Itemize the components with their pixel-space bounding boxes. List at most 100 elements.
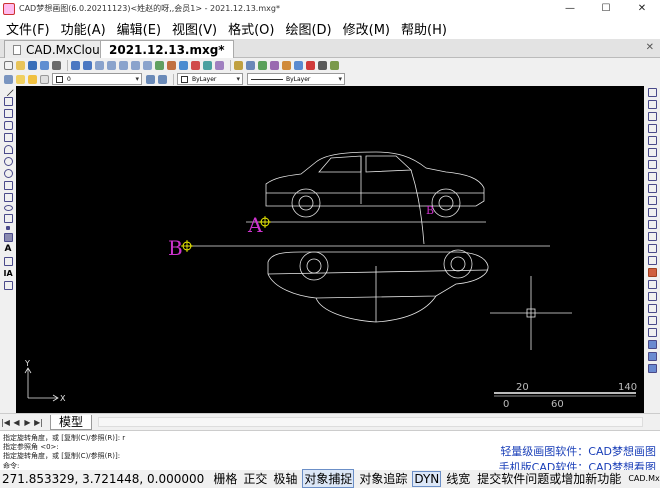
area-icon[interactable] — [647, 328, 657, 337]
donut-icon[interactable] — [3, 169, 13, 178]
linetype-select[interactable]: ByLayer ▾ — [247, 73, 345, 85]
drawing-canvas[interactable]: A B B Y X 20 140 0 60 — [16, 86, 644, 413]
revision-cloud-icon[interactable] — [3, 181, 13, 190]
export-icon[interactable] — [318, 60, 327, 70]
maximize-button[interactable]: ☐ — [588, 0, 624, 17]
save-icon[interactable] — [28, 60, 37, 70]
offset-icon[interactable] — [647, 172, 657, 181]
sun-icon[interactable] — [28, 74, 37, 84]
toggle-grid[interactable]: 栅格 — [212, 470, 238, 487]
layer-previous-icon[interactable] — [158, 74, 167, 84]
calculator-icon[interactable] — [282, 60, 291, 70]
mtext-icon[interactable]: IA — [4, 269, 13, 278]
layer-iso-icon[interactable] — [647, 340, 657, 349]
fillet-icon[interactable] — [647, 244, 657, 253]
toggle-otrack[interactable]: 对象追踪 — [358, 470, 408, 487]
chamfer-icon[interactable] — [647, 232, 657, 241]
edit-polyline-icon[interactable] — [647, 292, 657, 301]
lock-icon[interactable] — [40, 74, 49, 84]
settings-icon[interactable] — [330, 60, 339, 70]
properties-icon[interactable] — [270, 60, 279, 70]
insert-icon[interactable] — [294, 60, 303, 70]
toggle-osnap[interactable]: 对象捕捉 — [302, 469, 355, 488]
edit-text-icon[interactable] — [647, 304, 657, 313]
close-tab-icon[interactable]: ✕ — [646, 42, 654, 53]
polygon-icon[interactable] — [3, 121, 13, 130]
menu-function[interactable]: 功能(A) — [61, 19, 106, 38]
arc-icon[interactable] — [3, 145, 13, 154]
zoom-extents-icon[interactable] — [131, 60, 140, 70]
circle-icon[interactable] — [3, 157, 13, 166]
new-file-icon[interactable] — [4, 60, 13, 70]
regen-icon[interactable] — [167, 60, 176, 70]
array-icon[interactable] — [647, 184, 657, 193]
open-file-icon[interactable] — [16, 60, 25, 70]
toggle-polar[interactable]: 极轴 — [272, 470, 298, 487]
print-icon[interactable] — [52, 60, 61, 70]
ellipse-arc-icon[interactable] — [3, 214, 13, 223]
tab-drawing[interactable]: 2021.12.13.mxg* — [100, 40, 234, 58]
erase-icon[interactable] — [647, 88, 657, 97]
hatch-icon[interactable] — [3, 233, 13, 242]
undo-icon[interactable] — [71, 60, 80, 70]
dimension-icon[interactable] — [258, 60, 267, 70]
block-icon[interactable] — [215, 60, 224, 70]
prev-tab-icon[interactable]: ◀ — [11, 418, 22, 427]
stretch-icon[interactable] — [647, 160, 657, 169]
explode-icon[interactable] — [647, 256, 657, 265]
match-prop-icon[interactable] — [203, 60, 212, 70]
extend-icon[interactable] — [647, 208, 657, 217]
block-insert-icon[interactable] — [3, 281, 13, 290]
zoom-window-icon[interactable] — [95, 60, 104, 70]
pan-icon[interactable] — [155, 60, 164, 70]
last-tab-icon[interactable]: ▶| — [33, 418, 44, 427]
zoom-all-icon[interactable] — [143, 60, 152, 70]
toggle-dyn[interactable]: DYN — [412, 470, 442, 487]
layer-icon[interactable] — [179, 60, 188, 70]
menu-edit[interactable]: 编辑(E) — [117, 19, 161, 38]
minimize-button[interactable]: — — [552, 0, 588, 17]
layer-off-icon[interactable] — [647, 352, 657, 361]
menu-modify[interactable]: 修改(M) — [343, 19, 390, 38]
table-icon[interactable] — [3, 257, 13, 266]
distance-icon[interactable] — [647, 316, 657, 325]
polyline-icon[interactable] — [3, 97, 13, 106]
rotate-icon[interactable] — [647, 136, 657, 145]
move-icon[interactable] — [647, 124, 657, 133]
next-tab-icon[interactable]: ▶ — [22, 418, 33, 427]
save-as-icon[interactable] — [40, 60, 49, 70]
image-icon[interactable] — [234, 60, 243, 70]
layer-freeze-icon[interactable] — [647, 364, 657, 373]
menu-draw[interactable]: 绘图(D) — [285, 19, 331, 38]
menu-format[interactable]: 格式(O) — [228, 19, 274, 38]
color-select[interactable]: ByLayer ▾ — [177, 73, 243, 85]
ellipse-icon[interactable] — [3, 205, 13, 211]
redo-icon[interactable] — [83, 60, 92, 70]
zoom-out-icon[interactable] — [119, 60, 128, 70]
rectangle-icon[interactable] — [3, 133, 13, 142]
mirror-icon[interactable] — [647, 112, 657, 121]
copy-icon[interactable] — [647, 100, 657, 109]
make-current-icon[interactable] — [146, 74, 155, 84]
line-icon[interactable] — [2, 85, 14, 97]
promo-link-lightweight[interactable]: 轻量级画图软件：CAD梦想画图 — [500, 443, 656, 459]
first-tab-icon[interactable]: |◀ — [0, 418, 11, 427]
menu-help[interactable]: 帮助(H) — [401, 19, 447, 38]
scale-icon[interactable] — [647, 148, 657, 157]
tab-model[interactable]: 模型 — [50, 414, 93, 430]
menu-view[interactable]: 视图(V) — [172, 19, 217, 38]
lengthen-icon[interactable] — [647, 280, 657, 289]
layer-select[interactable]: 0 ▾ — [52, 73, 142, 85]
pdf-icon[interactable] — [306, 60, 315, 70]
join-icon[interactable] — [647, 268, 657, 277]
light-bulb-icon[interactable] — [16, 74, 25, 84]
text-style-icon[interactable] — [246, 60, 255, 70]
multiline-icon[interactable] — [3, 109, 13, 118]
point-icon[interactable] — [6, 226, 10, 230]
feedback-link[interactable]: 提交软件问题或增加新功能 — [477, 470, 621, 487]
layer-manager-icon[interactable] — [4, 74, 13, 84]
toggle-ortho[interactable]: 正交 — [242, 470, 268, 487]
toggle-lineweight[interactable]: 线宽 — [445, 470, 471, 487]
break-icon[interactable] — [647, 220, 657, 229]
horizontal-scrollbar[interactable] — [98, 417, 643, 427]
